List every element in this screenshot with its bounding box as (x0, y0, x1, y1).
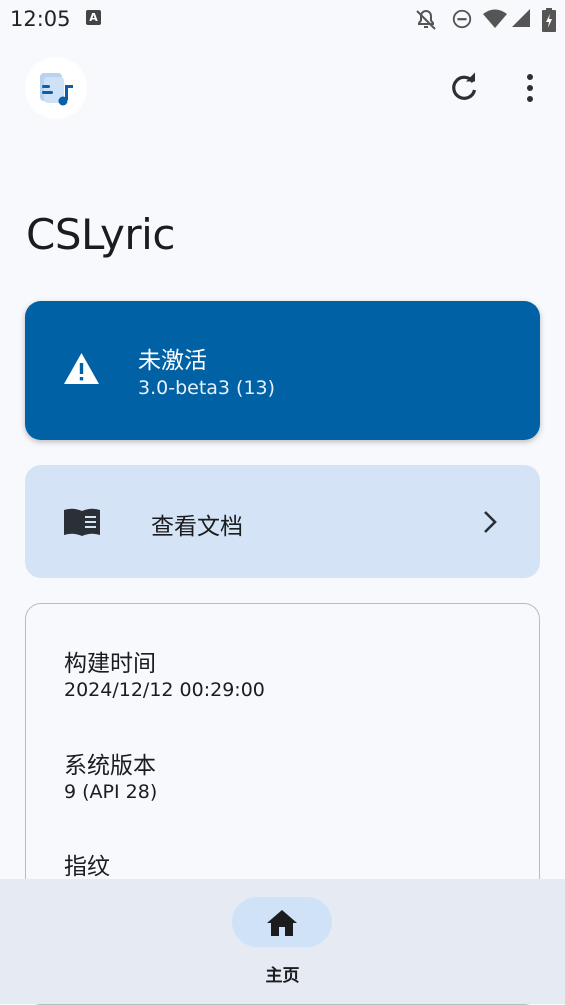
bottom-navigation: 主页 (0, 879, 565, 1004)
build-time-value: 2024/12/12 00:29:00 (64, 679, 265, 701)
view-docs-button[interactable]: 查看文档 (25, 465, 540, 578)
warning-icon (64, 353, 99, 384)
lyrics-app-logo-icon (40, 73, 73, 106)
more-vert-icon[interactable] (512, 70, 548, 106)
fingerprint-label: 指纹 (64, 854, 110, 880)
status-bar: 12:05 A (0, 0, 565, 38)
nav-item-home[interactable] (232, 897, 332, 947)
status-time: 12:05 (10, 7, 71, 31)
build-time-label: 构建时间 (64, 651, 156, 677)
activation-status-card[interactable]: 未激活 3.0-beta3 (13) (25, 301, 540, 440)
system-version-value: 9 (API 28) (64, 781, 158, 803)
status-badge: A (86, 10, 101, 25)
refresh-icon[interactable] (446, 70, 482, 106)
app-version: 3.0-beta3 (13) (138, 377, 276, 399)
battery-icon (542, 8, 556, 32)
system-version-label: 系统版本 (64, 753, 156, 779)
notifications-off-icon (416, 9, 436, 30)
nav-item-home-label[interactable]: 主页 (0, 961, 565, 986)
activation-status-title: 未激活 (138, 348, 207, 374)
app-bar (0, 38, 565, 138)
do-not-disturb-icon (452, 9, 472, 29)
app-logo[interactable] (25, 57, 87, 119)
chevron-right-icon (484, 511, 497, 533)
home-icon (267, 910, 297, 936)
wifi-icon (483, 9, 507, 28)
book-icon (64, 508, 100, 536)
view-docs-label: 查看文档 (151, 514, 243, 540)
page-title: CSLyric (26, 210, 175, 259)
cellular-signal-icon (512, 9, 530, 27)
